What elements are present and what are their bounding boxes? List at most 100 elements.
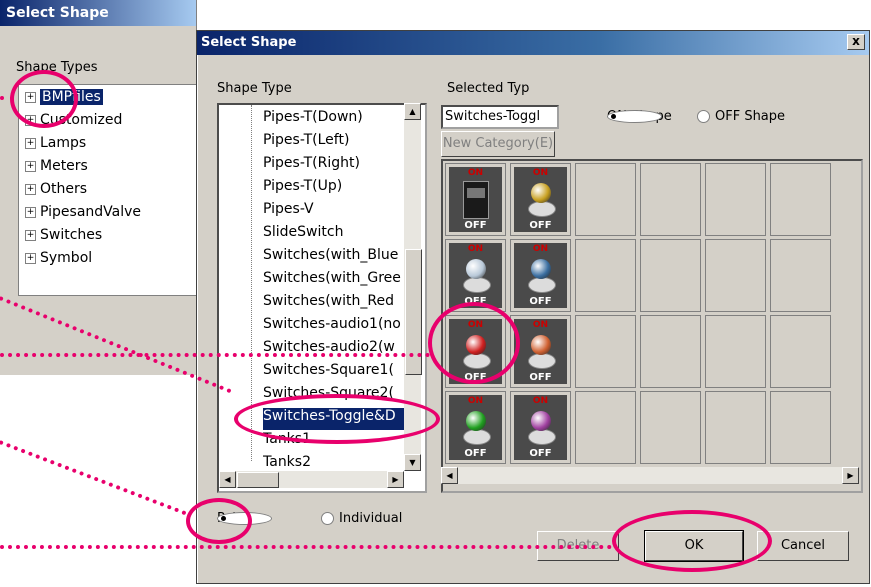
toggle-switch-icon[interactable]: ON OFF	[514, 167, 567, 232]
expand-icon[interactable]: +	[25, 229, 36, 241]
select-shape-dialog: Select Shape x Shape Type Selected Typ P…	[196, 30, 870, 584]
tree-item-others[interactable]: + Others	[25, 181, 87, 203]
scroll-left-icon[interactable]: ◀	[441, 467, 458, 484]
background-title-bar: Select Shape	[0, 0, 196, 26]
toggle-knob	[531, 259, 551, 279]
shape-cell[interactable]: ON OFF	[445, 163, 506, 236]
off-shape-radio[interactable]: OFF Shape	[697, 109, 785, 124]
shape-cell[interactable]	[640, 315, 701, 388]
scroll-left-icon[interactable]: ◀	[219, 471, 236, 488]
shape-cell[interactable]	[705, 239, 766, 312]
tree-item[interactable]: Switches(with_Gree	[263, 270, 413, 292]
off-label: OFF	[529, 296, 552, 307]
toggle-switch-icon[interactable]: ON OFF	[514, 395, 567, 460]
toggle-base	[528, 201, 556, 217]
title-bar: Select Shape x	[197, 31, 869, 55]
tree-item[interactable]: Pipes-T(Down)	[263, 109, 413, 131]
tree-item[interactable]: Pipes-T(Left)	[263, 132, 413, 154]
shape-cell[interactable]: ON OFF	[510, 315, 571, 388]
shape-cell[interactable]	[770, 391, 831, 464]
shape-cell[interactable]	[770, 239, 831, 312]
toggle-knob	[531, 183, 551, 203]
tree-item-symbol[interactable]: + Symbol	[25, 250, 92, 272]
toggle-base	[528, 353, 556, 369]
highlight-ring	[612, 510, 772, 572]
on-label: ON	[532, 244, 549, 254]
tree-item[interactable]: Switches-Square1(	[263, 362, 413, 384]
expand-icon[interactable]: +	[25, 252, 36, 264]
scroll-right-icon[interactable]: ▶	[842, 467, 859, 484]
shape-cell[interactable]	[705, 315, 766, 388]
tree-item-meters[interactable]: + Meters	[25, 158, 88, 180]
shape-cell[interactable]: ON OFF	[510, 163, 571, 236]
highlight-ring	[428, 302, 520, 384]
tree-item[interactable]: Switches-audio1(no	[263, 316, 413, 338]
tree-item[interactable]: Switches(with_Red	[263, 293, 413, 315]
highlight-ring	[234, 394, 440, 444]
tree-item-switches[interactable]: + Switches	[25, 227, 102, 249]
shape-cell[interactable]: ON OFF	[445, 391, 506, 464]
scroll-thumb[interactable]	[237, 472, 279, 488]
background-dialog: Select Shape Shape Types + BMPfiles + Cust…	[0, 0, 198, 375]
selected-type-label: Selected Typ	[447, 81, 530, 96]
tree-item-lamps[interactable]: + Lamps	[25, 135, 86, 157]
on-shape-radio[interactable]: ON Shape	[607, 109, 672, 124]
radio-icon[interactable]	[697, 110, 710, 123]
shape-cell[interactable]	[575, 163, 636, 236]
expand-icon[interactable]: +	[25, 160, 36, 172]
tree-item[interactable]: Switches(with_Blue	[263, 247, 413, 269]
toggle-switch-icon[interactable]: ON OFF	[514, 319, 567, 384]
pointer-line	[0, 96, 14, 100]
pointer-line	[0, 545, 612, 549]
pointer-line	[0, 353, 430, 357]
slide-body	[463, 181, 489, 219]
grid-horizontal-scrollbar[interactable]: ◀ ▶	[441, 467, 859, 484]
shape-cell[interactable]	[705, 391, 766, 464]
slide-switch-icon[interactable]: ON OFF	[449, 167, 502, 232]
selected-type-field: Switches-Toggl	[441, 105, 559, 129]
expand-icon[interactable]: +	[25, 206, 36, 218]
off-label: OFF	[464, 448, 487, 459]
radio-selected-icon[interactable]	[607, 110, 662, 123]
shape-cell[interactable]	[640, 163, 701, 236]
new-category-button[interactable]: New Category(E)	[441, 131, 555, 157]
on-label: ON	[467, 244, 484, 254]
shape-cell[interactable]	[705, 163, 766, 236]
expand-icon[interactable]: +	[25, 137, 36, 149]
toggle-base	[463, 277, 491, 293]
radio-icon[interactable]	[321, 512, 334, 525]
tree-horizontal-scrollbar[interactable]: ◀ ▶	[219, 471, 404, 488]
close-button[interactable]: x	[847, 34, 865, 50]
toggle-knob	[531, 335, 551, 355]
expand-icon[interactable]: +	[25, 183, 36, 195]
tree-item[interactable]: Pipes-V	[263, 201, 413, 223]
on-label: ON	[532, 396, 549, 406]
scroll-down-icon[interactable]: ▼	[404, 454, 421, 471]
toggle-base	[528, 429, 556, 445]
tree-item[interactable]: Pipes-T(Right)	[263, 155, 413, 177]
individual-radio[interactable]: Individual	[321, 511, 402, 526]
pointer-line	[0, 440, 187, 516]
shape-cell[interactable]	[575, 239, 636, 312]
shape-cell[interactable]	[640, 239, 701, 312]
shape-cell[interactable]	[770, 315, 831, 388]
scroll-up-icon[interactable]: ▲	[404, 103, 421, 120]
scroll-right-icon[interactable]: ▶	[387, 471, 404, 488]
shape-cell[interactable]	[575, 391, 636, 464]
shape-cell[interactable]	[575, 315, 636, 388]
shape-cell[interactable]	[770, 163, 831, 236]
on-label: ON	[532, 320, 549, 330]
on-label: ON	[467, 396, 484, 406]
toggle-switch-icon[interactable]: ON OFF	[514, 243, 567, 308]
tree-item[interactable]: Switches-audio2(w	[263, 339, 413, 361]
tree-item[interactable]: Pipes-T(Up)	[263, 178, 413, 200]
tree-item-pipesandvalve[interactable]: + PipesandValve	[25, 204, 141, 226]
shape-cell[interactable]: ON OFF	[510, 391, 571, 464]
toggle-switch-icon[interactable]: ON OFF	[449, 243, 502, 308]
toggle-switch-icon[interactable]: ON OFF	[449, 395, 502, 460]
shape-cell[interactable]	[640, 391, 701, 464]
off-label: OFF	[464, 220, 487, 231]
tree-item[interactable]: SlideSwitch	[263, 224, 413, 246]
shape-cell[interactable]: ON OFF	[510, 239, 571, 312]
toggle-base	[528, 277, 556, 293]
